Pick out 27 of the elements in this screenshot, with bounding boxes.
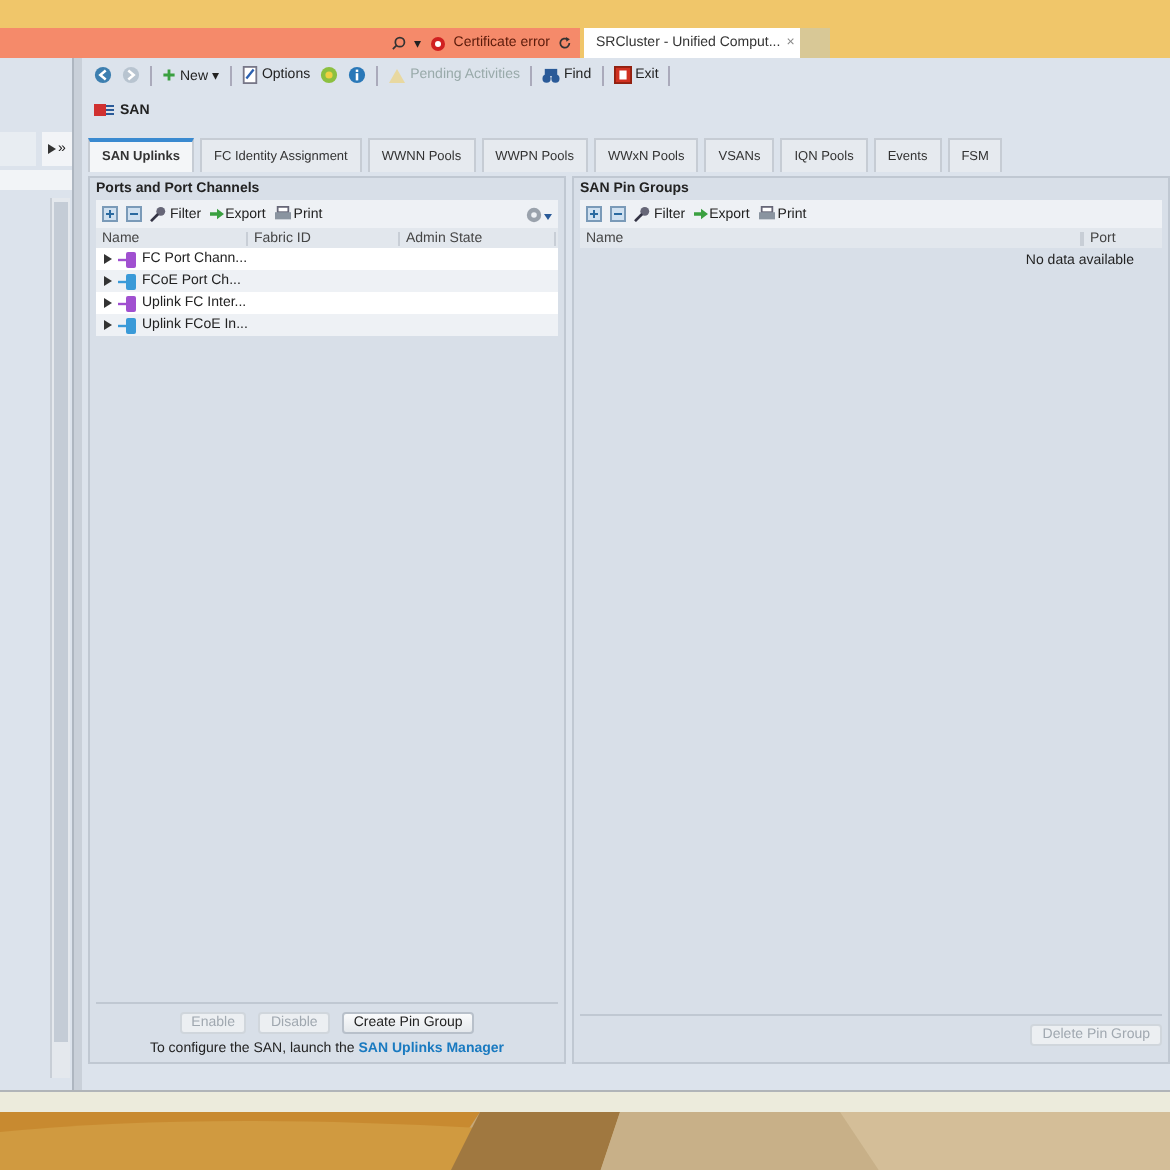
plus-icon bbox=[162, 68, 176, 82]
expand-icon[interactable] bbox=[104, 276, 112, 286]
info-icon[interactable] bbox=[348, 66, 367, 84]
printer-icon bbox=[757, 206, 776, 222]
remove-icon[interactable] bbox=[610, 206, 626, 222]
expand-icon bbox=[48, 144, 57, 154]
exit-icon bbox=[613, 66, 632, 84]
expand-icon[interactable] bbox=[104, 320, 112, 330]
back-icon[interactable] bbox=[94, 66, 112, 84]
filter-icon bbox=[150, 206, 168, 222]
filter-icon bbox=[634, 206, 652, 222]
gear-icon[interactable] bbox=[524, 205, 552, 223]
remove-icon[interactable] bbox=[126, 206, 142, 222]
refresh-icon[interactable] bbox=[558, 36, 572, 50]
add-icon[interactable] bbox=[102, 206, 118, 222]
printer-icon bbox=[273, 206, 292, 222]
binoculars-icon bbox=[541, 67, 560, 83]
search-icon[interactable] bbox=[391, 36, 406, 50]
san-icon bbox=[94, 102, 114, 118]
add-icon[interactable] bbox=[586, 206, 602, 222]
warning-icon bbox=[388, 67, 407, 83]
expand-icon[interactable] bbox=[104, 298, 112, 308]
document-icon bbox=[241, 66, 258, 84]
arrow-icon bbox=[209, 208, 224, 220]
shield-icon bbox=[429, 35, 446, 51]
expand-icon[interactable] bbox=[104, 254, 112, 264]
arrow-icon bbox=[693, 208, 708, 220]
